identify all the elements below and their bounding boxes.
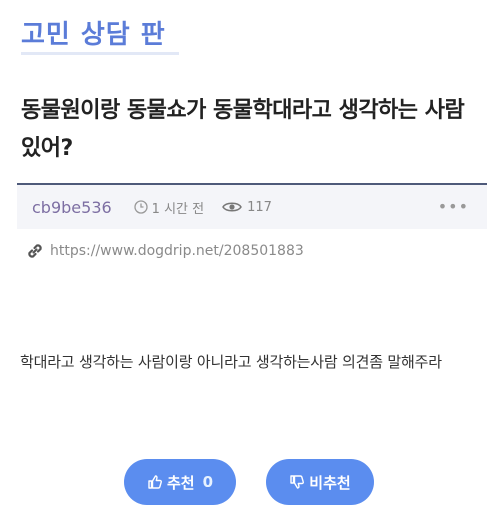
downvote-button[interactable]: 비추천 [266, 459, 374, 505]
upvote-label: 추천 [166, 473, 195, 492]
post-time: 1 시간 전 [134, 198, 204, 217]
post-time-text: 1 시간 전 [151, 201, 205, 217]
thumbs-up-icon [148, 475, 162, 489]
post-link[interactable]: https://www.dogdrip.net/208501883 [26, 242, 304, 260]
post-title: 동물원이랑 동물쇼가 동물학대라고 생각하는 사람있어? [21, 98, 465, 161]
downvote-label: 비추천 [309, 473, 351, 492]
more-options-icon[interactable]: ••• [438, 197, 469, 216]
eye-icon [222, 202, 242, 212]
post-author[interactable]: cb9be536 [32, 198, 112, 217]
clock-icon [134, 200, 148, 214]
board-header: 고민 상담 판 [21, 14, 179, 55]
post-body: 학대라고 생각하는 사람이랑 아니라고 생각하는사람 의견좀 말해주라 [20, 353, 442, 371]
upvote-button[interactable]: 추천 0 [124, 459, 236, 505]
board-title-underline [21, 52, 179, 55]
upvote-count: 0 [202, 473, 214, 491]
post-views: 117 [222, 200, 272, 215]
thumbs-down-icon [290, 475, 305, 489]
link-icon [28, 244, 42, 258]
post-views-count: 117 [247, 199, 272, 215]
post-meta-bar: cb9be536 1 시간 전 117 ••• [17, 183, 487, 229]
post-link-url[interactable]: https://www.dogdrip.net/208501883 [50, 243, 304, 259]
board-title[interactable]: 고민 상담 판 [21, 14, 166, 51]
